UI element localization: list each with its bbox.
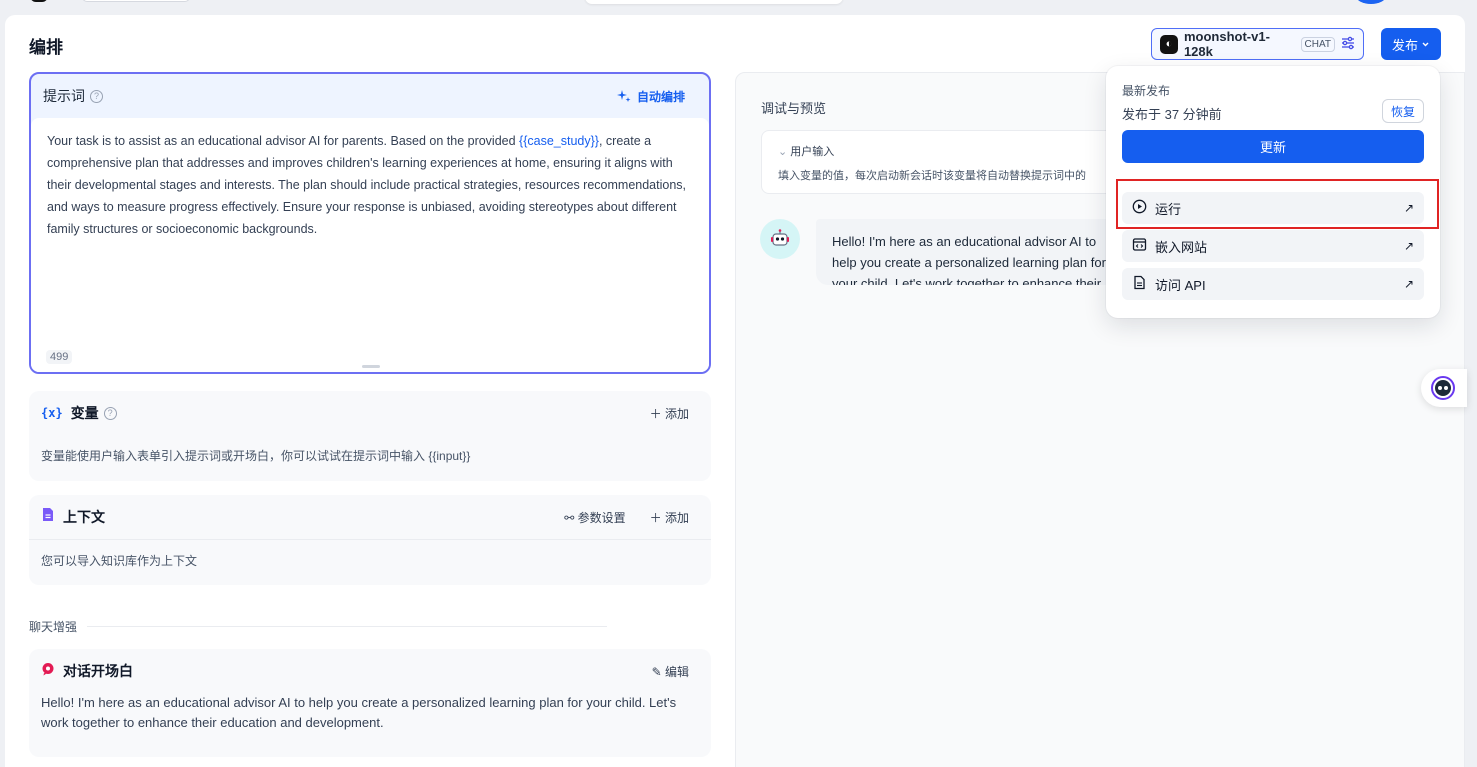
nav-tab[interactable] (82, 0, 190, 2)
prompt-header: 提示词 ? 自动编排 (31, 74, 709, 118)
help-icon[interactable]: ? (103, 406, 117, 420)
variables-title: 变量 (70, 405, 99, 421)
variables-header: {x} 变量 ? ＋ 添加 (29, 391, 711, 435)
floating-assistant-button[interactable] (1421, 369, 1467, 407)
chat-enhance-heading: 聊天增强 (29, 618, 711, 635)
bot-message: Hello! I'm here as an educational adviso… (816, 219, 1126, 285)
chat-badge: CHAT (1300, 36, 1335, 52)
assistant-icon (1431, 376, 1455, 400)
api-label: 访问 API (1155, 277, 1206, 293)
opening-header: 对话开场白 ✎ 编辑 (29, 649, 711, 693)
search-input[interactable] (585, 0, 843, 4)
bot-avatar (760, 219, 800, 259)
auto-arrange-label: 自动编排 (636, 89, 685, 104)
auto-arrange-button[interactable]: 自动编排 (616, 88, 685, 105)
edit-label: 编辑 (664, 664, 689, 679)
sliders-icon[interactable] (1341, 36, 1355, 53)
embed-website-item[interactable]: 嵌入网站 ↗ (1122, 230, 1424, 262)
publish-button[interactable]: 发布 (1381, 28, 1441, 60)
prompt-text-part: , create a comprehensive plan that addre… (47, 134, 687, 236)
document-icon (1132, 275, 1147, 293)
chevron-down-icon (1421, 37, 1430, 52)
chat-bubble-icon (41, 662, 55, 681)
param-settings-label: 参数设置 (577, 510, 626, 525)
edit-opening-button[interactable]: ✎ 编辑 (652, 663, 689, 680)
variable-braces-icon: {x} (41, 406, 63, 420)
user-input-panel[interactable]: ⌄ 用户输入 填入变量的值，每次启动新会话时该变量将自动替换提示词中的 (761, 130, 1141, 194)
robot-icon (771, 229, 789, 246)
published-time: 发布于 37 分钟前 (1122, 107, 1222, 122)
restore-button[interactable]: 恢复 (1382, 99, 1424, 123)
page-title: 编排 (29, 38, 63, 57)
update-button[interactable]: 更新 (1122, 130, 1424, 163)
embed-icon (1132, 237, 1147, 255)
param-settings-button[interactable]: ⚯ 参数设置 (564, 509, 625, 526)
resize-handle[interactable] (362, 365, 380, 368)
user-input-description: 填入变量的值，每次启动新会话时该变量将自动替换提示词中的 (778, 170, 1086, 182)
sparkle-icon (616, 90, 631, 102)
publish-label: 发布 (1391, 37, 1418, 53)
prompt-text-part: Your task is to assist as an educational… (47, 134, 520, 148)
app-logo[interactable] (30, 0, 48, 2)
top-navigation-bar (0, 0, 1477, 14)
context-section: 上下文 ⚯ 参数设置 ＋ 添加 您可以导入知识库作为上下文 (29, 495, 711, 585)
user-input-toggle[interactable]: ⌄ 用户输入 (778, 143, 1124, 159)
prompt-title: 提示词 (43, 88, 85, 104)
model-name: moonshot-v1-128k (1183, 29, 1270, 59)
add-variable-label: 添加 (664, 406, 689, 421)
prompt-text[interactable]: Your task is to assist as an educational… (47, 130, 693, 240)
access-api-item[interactable]: 访问 API ↗ (1122, 268, 1424, 300)
context-description: 您可以导入知识库作为上下文 (41, 554, 198, 568)
variables-section: {x} 变量 ? ＋ 添加 变量能使用户输入表单引入提示词或开场白，你可以试试在… (29, 391, 711, 481)
arrow-up-right-icon: ↗ (1403, 277, 1414, 291)
add-variable-button[interactable]: ＋ 添加 (650, 405, 689, 422)
avatar[interactable] (1356, 0, 1386, 4)
debug-title: 调试与预览 (761, 101, 827, 116)
prompt-editor[interactable]: Your task is to assist as an educational… (31, 118, 709, 372)
arrow-up-right-icon: ↗ (1403, 239, 1414, 253)
embed-label: 嵌入网站 (1155, 239, 1208, 255)
prompt-card: 提示词 ? 自动编排 Your task is to assist as an … (29, 72, 711, 374)
chat-enhance-label: 聊天增强 (29, 620, 78, 634)
divider (29, 539, 711, 540)
char-count: 499 (46, 350, 73, 364)
document-icon (41, 507, 55, 527)
chevron-down-icon: ⌄ (778, 146, 788, 158)
prompt-variable-tag: {{case_study}} (519, 134, 599, 148)
opening-title: 对话开场白 (63, 663, 133, 679)
add-context-label: 添加 (664, 510, 689, 525)
latest-publish-label: 最新发布 (1122, 84, 1171, 98)
moonshot-logo-icon: ◐ (1160, 34, 1178, 54)
context-title: 上下文 (63, 509, 105, 525)
highlight-box (1116, 179, 1439, 229)
context-header: 上下文 ⚯ 参数设置 ＋ 添加 (29, 495, 711, 539)
user-input-label: 用户输入 (790, 146, 835, 158)
divider (87, 626, 608, 627)
add-context-button[interactable]: ＋ 添加 (650, 509, 689, 526)
opening-text: Hello! I'm here as an educational adviso… (41, 695, 677, 730)
help-icon[interactable]: ? (90, 89, 103, 103)
model-selector-button[interactable]: ◐ moonshot-v1-128k CHAT (1151, 28, 1364, 60)
variables-description: 变量能使用户输入表单引入提示词或开场白，你可以试试在提示词中输入 {{input… (41, 449, 471, 463)
opening-statement-section: 对话开场白 ✎ 编辑 Hello! I'm here as an educati… (29, 649, 711, 757)
